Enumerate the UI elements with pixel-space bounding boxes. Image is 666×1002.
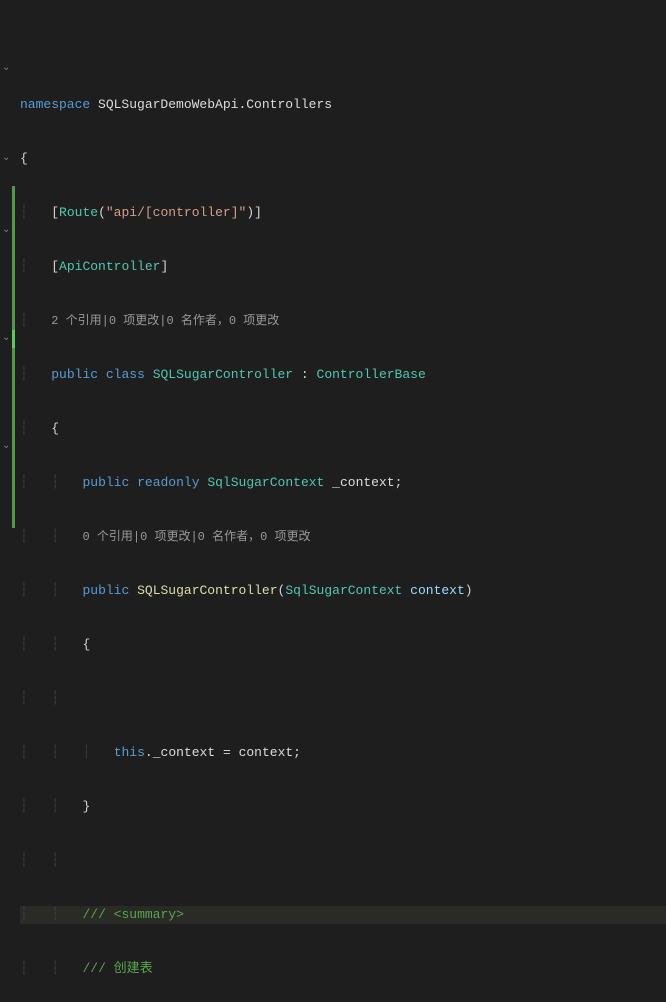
- fold-chevron-icon[interactable]: ⌄: [2, 224, 10, 236]
- xml-doc-summary-text: /// 创建表: [82, 960, 152, 978]
- route-string: "api/[controller]": [106, 204, 246, 222]
- fold-chevron-icon[interactable]: ⌄: [2, 332, 10, 344]
- field-type: SqlSugarContext: [207, 474, 324, 492]
- code-content[interactable]: namespace SQLSugarDemoWebApi.Controllers…: [16, 60, 666, 561]
- apicontroller-attribute: ApiController: [59, 258, 160, 276]
- constructor-name: SQLSugarController: [137, 582, 277, 600]
- route-attribute: Route: [59, 204, 98, 222]
- change-indicator: [12, 186, 15, 528]
- namespace-name: SQLSugarDemoWebApi.Controllers: [90, 96, 332, 114]
- code-editor[interactable]: ⌄ ⌄ ⌄ ⌄ ⌄ namespace SQLSugarDemoWebApi.C…: [0, 60, 666, 561]
- codelens-class[interactable]: 2 个引用|0 项更改|0 名作者，0 项更改: [51, 312, 279, 330]
- codelens-ctor[interactable]: 0 个引用|0 项更改|0 名作者，0 项更改: [82, 528, 310, 546]
- param-context: context: [402, 582, 464, 600]
- class-name: SQLSugarController: [153, 366, 293, 384]
- editor-gutter: ⌄ ⌄ ⌄ ⌄ ⌄: [0, 60, 16, 561]
- fold-chevron-icon[interactable]: ⌄: [2, 440, 10, 452]
- xml-doc-summary-open: /// <summary>: [82, 906, 183, 924]
- field-name: _context: [324, 474, 394, 492]
- fold-chevron-icon[interactable]: ⌄: [2, 152, 10, 164]
- fold-chevron-icon[interactable]: ⌄: [2, 62, 10, 74]
- base-class: ControllerBase: [317, 366, 426, 384]
- change-indicator-active: [12, 330, 15, 348]
